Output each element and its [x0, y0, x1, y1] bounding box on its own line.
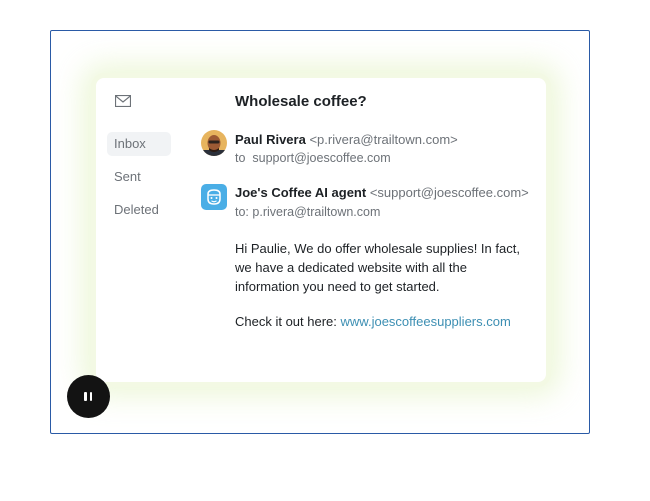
- pause-icon: [89, 392, 92, 401]
- sender-name: Paul Rivera: [235, 132, 306, 147]
- cta-prefix: Check it out here:: [235, 314, 337, 329]
- email-card: [96, 78, 546, 382]
- sender-name: Joe's Coffee AI agent: [235, 185, 367, 200]
- email-subject: Wholesale coffee?: [235, 93, 367, 110]
- to-label: to:: [235, 205, 249, 219]
- sidebar-item-sent[interactable]: Sent: [107, 165, 171, 189]
- message-2-to: to: p.rivera@trailtown.com: [235, 205, 380, 219]
- message-cta: Check it out here: www.joescoffeesupplie…: [235, 314, 511, 329]
- robot-avatar-icon: [201, 184, 227, 210]
- to-label: to: [235, 151, 246, 165]
- to-address: p.rivera@trailtown.com: [252, 205, 381, 219]
- pause-button[interactable]: [67, 375, 110, 418]
- pause-icon: [84, 392, 87, 401]
- to-address: support@joescoffee.com: [252, 151, 391, 165]
- envelope-icon: [115, 95, 131, 107]
- sender-address: <support@joescoffee.com>: [369, 185, 529, 200]
- message-1-to: to support@joescoffee.com: [235, 151, 391, 165]
- message-2-from: Joe's Coffee AI agent <support@joescoffe…: [235, 185, 529, 200]
- person-photo-avatar: [201, 130, 227, 156]
- sidebar-item-inbox[interactable]: Inbox: [107, 132, 171, 156]
- message-1-from: Paul Rivera <p.rivera@trailtown.com>: [235, 132, 458, 147]
- sender-address: <p.rivera@trailtown.com>: [309, 132, 458, 147]
- sidebar-item-deleted[interactable]: Deleted: [107, 198, 171, 222]
- message-body: Hi Paulie, We do offer wholesale supplie…: [235, 241, 520, 294]
- supplier-link[interactable]: www.joescoffeesuppliers.com: [341, 314, 511, 329]
